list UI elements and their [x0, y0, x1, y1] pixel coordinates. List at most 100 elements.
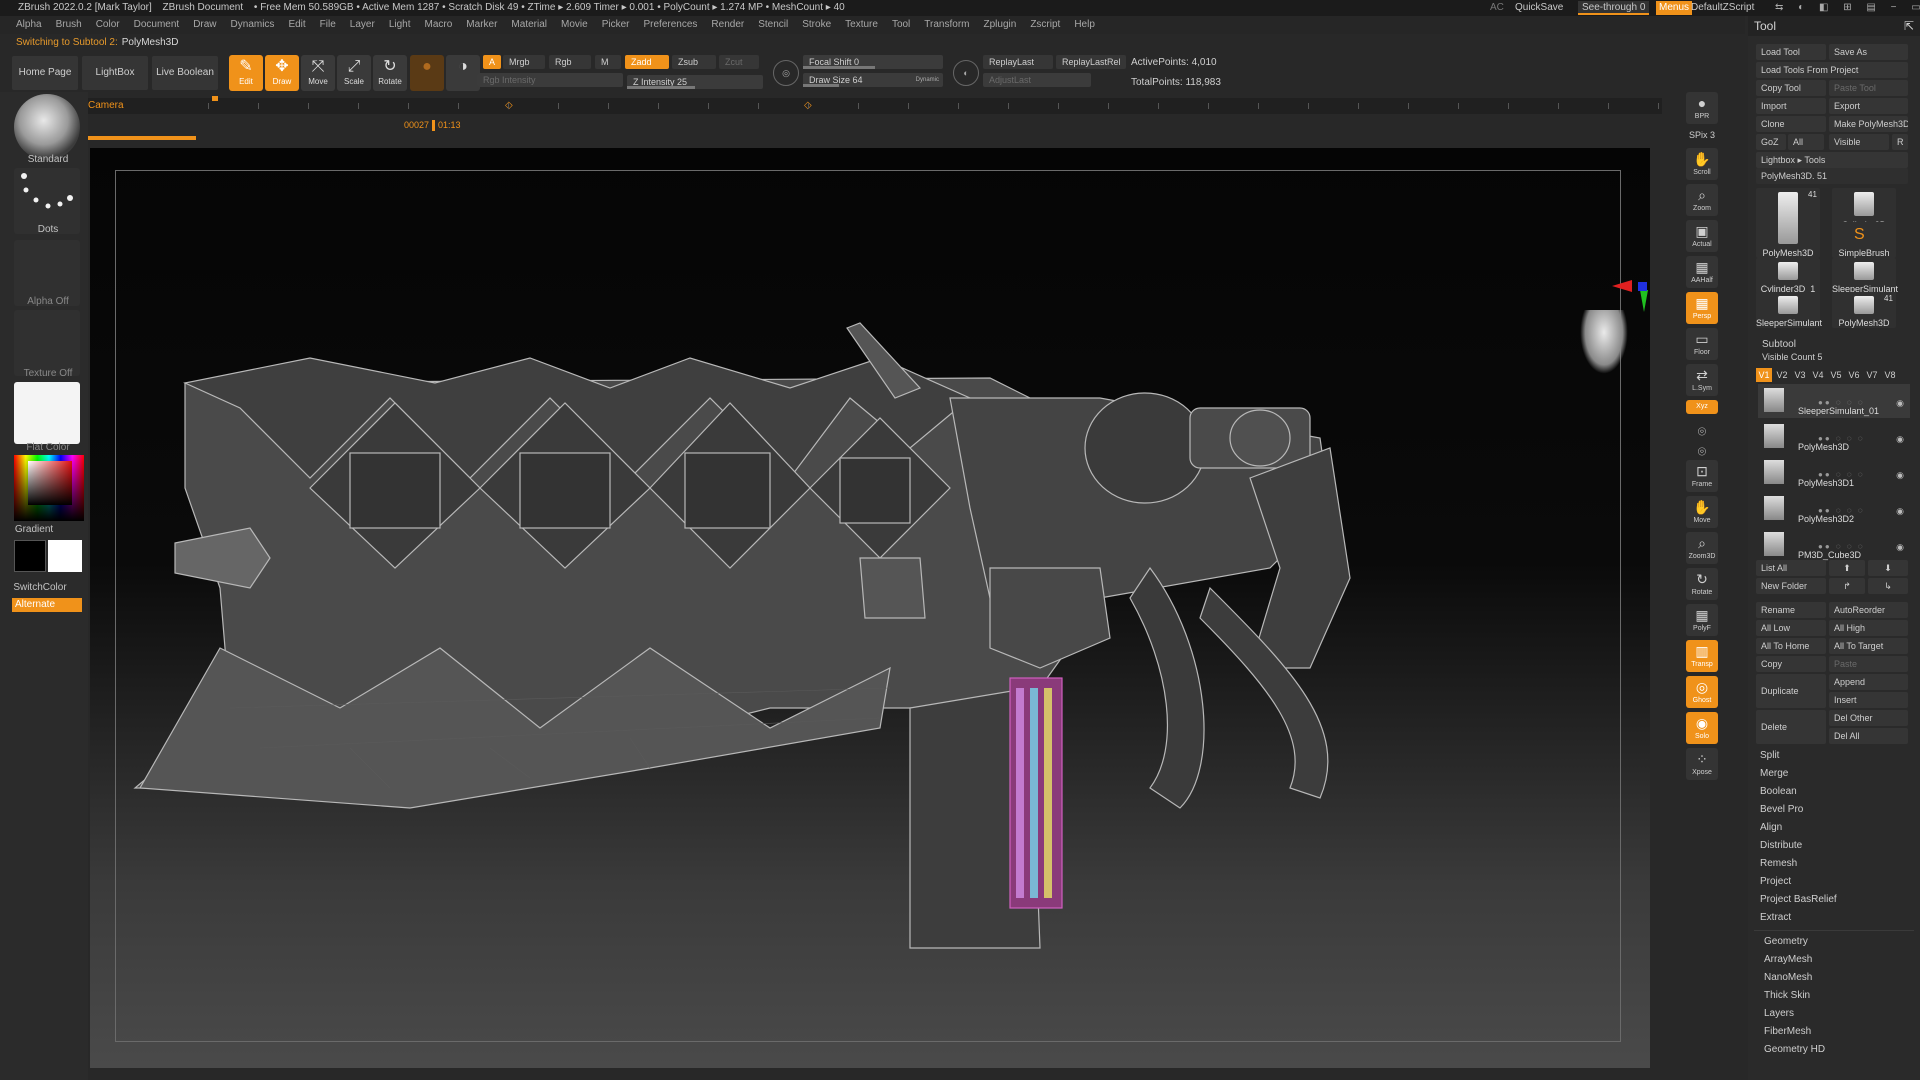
- subtool-menu-extract[interactable]: Extract: [1756, 910, 1912, 926]
- folder-up-icon[interactable]: ↱: [1829, 578, 1865, 594]
- subtool-menu-project-basrelief[interactable]: Project BasRelief: [1756, 892, 1912, 908]
- subtool-action-paste[interactable]: Paste: [1829, 656, 1908, 672]
- tool-btn-3-a[interactable]: Import: [1756, 98, 1826, 114]
- color-picker[interactable]: [14, 455, 84, 521]
- lightbox-button[interactable]: LightBox: [82, 56, 148, 90]
- eye-icon[interactable]: ◉: [1896, 398, 1904, 409]
- menu-draw[interactable]: Draw: [193, 19, 216, 30]
- tool-btn-0-b[interactable]: Save As: [1829, 44, 1908, 60]
- visibility-set-v8[interactable]: V8: [1882, 368, 1898, 382]
- visibility-set-v4[interactable]: V4: [1810, 368, 1826, 382]
- tool-section-geometry[interactable]: Geometry: [1760, 934, 1916, 950]
- tool-btn-4-a[interactable]: Clone: [1756, 116, 1826, 132]
- goz-all-button[interactable]: All: [1788, 134, 1824, 150]
- menu-edit[interactable]: Edit: [288, 19, 305, 30]
- draw-button[interactable]: ✥ Draw: [265, 55, 299, 91]
- rgb-toggle[interactable]: Rgb: [549, 55, 591, 69]
- subtool-item[interactable]: ●● ◌ ◌ ◌ ◉ PolyMesh3D: [1758, 420, 1910, 454]
- subtool-menu-merge[interactable]: Merge: [1756, 766, 1912, 782]
- right-shelf-frame[interactable]: ⊡ Frame: [1686, 460, 1718, 492]
- right-shelf-spix3[interactable]: SPix 3: [1686, 128, 1718, 142]
- live-boolean-button[interactable]: Live Boolean: [152, 56, 218, 90]
- texture-thumbnail[interactable]: [14, 310, 80, 376]
- menu-layer[interactable]: Layer: [350, 19, 375, 30]
- move-down-icon[interactable]: ⬇: [1868, 560, 1908, 576]
- menu-transform[interactable]: Transform: [924, 19, 969, 30]
- duplicate-button[interactable]: Duplicate: [1756, 674, 1826, 708]
- z-intensity-slider[interactable]: Z Intensity 25: [627, 75, 763, 89]
- del-all-button[interactable]: Del All: [1829, 728, 1908, 744]
- right-shelf-xpose[interactable]: ⁘ Xpose: [1686, 748, 1718, 780]
- menu-document[interactable]: Document: [134, 19, 180, 30]
- rotate-button[interactable]: ↻ Rotate: [373, 55, 407, 91]
- visibility-set-v5[interactable]: V5: [1828, 368, 1844, 382]
- subtool-action-autoreorder[interactable]: AutoReorder: [1829, 602, 1908, 618]
- mrgb-toggle[interactable]: Mrgb: [503, 55, 545, 69]
- menu-alpha[interactable]: Alpha: [16, 19, 42, 30]
- focal-shift-icon[interactable]: ◎: [773, 60, 799, 86]
- subtool-menu-distribute[interactable]: Distribute: [1756, 838, 1912, 854]
- eye-icon[interactable]: ◉: [1896, 434, 1904, 445]
- right-shelf-btn10[interactable]: ⌾: [1686, 420, 1718, 439]
- menu-tool[interactable]: Tool: [892, 19, 910, 30]
- focal-shift-slider[interactable]: Focal Shift 0: [803, 55, 943, 69]
- subtool-item[interactable]: ●● ◌ ◌ ◌ ◉ PolyMesh3D2: [1758, 492, 1910, 526]
- tool-btn-2-b[interactable]: Paste Tool: [1829, 80, 1908, 96]
- default-zscript-button[interactable]: DefaultZScript: [1691, 0, 1754, 16]
- visibility-set-v3[interactable]: V3: [1792, 368, 1808, 382]
- subtool-action-all-low[interactable]: All Low: [1756, 620, 1826, 636]
- insert-button[interactable]: Insert: [1829, 692, 1908, 708]
- current-tool-slider[interactable]: PolyMesh3D. 51: [1756, 168, 1908, 184]
- menu-help[interactable]: Help: [1074, 19, 1095, 30]
- replay-last-button[interactable]: ReplayLast: [983, 55, 1053, 69]
- edit-button[interactable]: ✎ Edit: [229, 55, 263, 91]
- subtool-menu-split[interactable]: Split: [1756, 748, 1912, 764]
- right-shelf-rotate[interactable]: ↻ Rotate: [1686, 568, 1718, 600]
- right-shelf-polyf[interactable]: ▦ PolyF: [1686, 604, 1718, 636]
- menu-file[interactable]: File: [320, 19, 336, 30]
- eye-icon[interactable]: ◉: [1896, 470, 1904, 481]
- secondary-color-swatch[interactable]: [14, 540, 46, 572]
- visible-count-slider[interactable]: Visible Count 5: [1758, 350, 1914, 364]
- subtool-action-all-high[interactable]: All High: [1829, 620, 1908, 636]
- menu-macro[interactable]: Macro: [425, 19, 453, 30]
- tool-thumb-2[interactable]: S SimpleBrush: [1832, 222, 1896, 258]
- menu-stroke[interactable]: Stroke: [802, 19, 831, 30]
- switch-color-button[interactable]: SwitchColor: [0, 582, 90, 593]
- right-shelf-bpr[interactable]: ● BPR: [1686, 92, 1718, 124]
- head-gizmo-icon[interactable]: [1580, 310, 1628, 374]
- right-shelf-transp[interactable]: ▥ Transp: [1686, 640, 1718, 672]
- tool-section-arraymesh[interactable]: ArrayMesh: [1760, 952, 1916, 968]
- tool-section-layers[interactable]: Layers: [1760, 1006, 1916, 1022]
- color-saturation-square[interactable]: [28, 461, 72, 505]
- tool-btn-2-a[interactable]: Copy Tool: [1756, 80, 1826, 96]
- primary-color-swatch[interactable]: [48, 540, 82, 572]
- replay-last-rel-button[interactable]: ReplayLastRel: [1056, 55, 1126, 69]
- right-shelf-lsym[interactable]: ⇄ L.Sym: [1686, 364, 1718, 396]
- m-toggle[interactable]: M: [595, 55, 621, 69]
- right-shelf-zoom3d[interactable]: ⌕ Zoom3D: [1686, 532, 1718, 564]
- right-shelf-btn11[interactable]: ⌾: [1686, 440, 1718, 459]
- timeline-start-marker[interactable]: [212, 96, 218, 101]
- see-through-slider[interactable]: See-through 0: [1578, 1, 1650, 15]
- menu-stencil[interactable]: Stencil: [758, 19, 788, 30]
- scale-button[interactable]: ⤢ Scale: [337, 55, 371, 91]
- right-shelf-xyz[interactable]: Xyz: [1686, 400, 1718, 414]
- menu-movie[interactable]: Movie: [561, 19, 588, 30]
- tool-btn-4-b[interactable]: Make PolyMesh3D: [1829, 116, 1908, 132]
- a-toggle[interactable]: A: [483, 55, 502, 69]
- eye-icon[interactable]: ◉: [1896, 542, 1904, 553]
- lightbox-tools-button[interactable]: Lightbox ▸ Tools: [1756, 152, 1908, 168]
- menu-picker[interactable]: Picker: [602, 19, 630, 30]
- goz-visible-button[interactable]: Visible: [1829, 134, 1889, 150]
- tool-thumb-5[interactable]: SleeperSimulant: [1756, 292, 1822, 328]
- folder-down-icon[interactable]: ↳: [1868, 578, 1908, 594]
- quicksave-button[interactable]: QuickSave: [1515, 0, 1563, 16]
- visibility-set-v6[interactable]: V6: [1846, 368, 1862, 382]
- tool-section-nanomesh[interactable]: NanoMesh: [1760, 970, 1916, 986]
- subtool-item[interactable]: ●● ◌ ◌ ◌ ◉ SleeperSimulant_01: [1758, 384, 1910, 418]
- right-shelf-actual[interactable]: ▣ Actual: [1686, 220, 1718, 252]
- right-shelf-persp[interactable]: ▦ Persp: [1686, 292, 1718, 324]
- menu-material[interactable]: Material: [511, 19, 547, 30]
- tool-btn-3-b[interactable]: Export: [1829, 98, 1908, 114]
